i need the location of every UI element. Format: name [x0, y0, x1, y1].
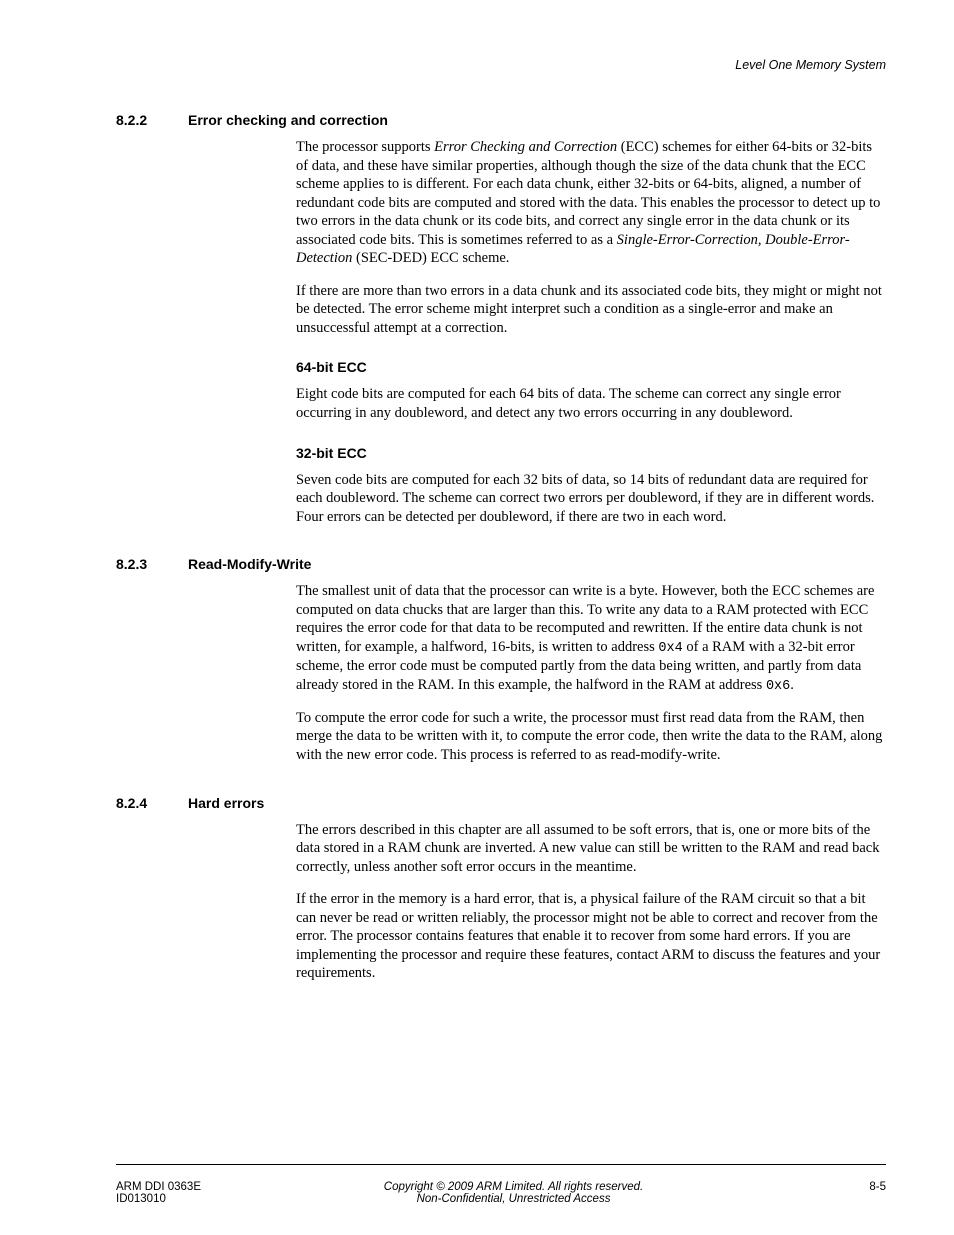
section-title: Error checking and correction	[188, 112, 388, 128]
text: .	[790, 677, 794, 693]
footer-center: Copyright © 2009 ARM Limited. All rights…	[201, 1181, 826, 1205]
text: (SEC-DED) ECC scheme.	[352, 250, 509, 266]
paragraph: The processor supports Error Checking an…	[296, 138, 886, 268]
paragraph: Seven code bits are computed for each 32…	[296, 471, 886, 527]
paragraph: Eight code bits are computed for each 64…	[296, 385, 886, 422]
code-literal: 0x4	[658, 641, 682, 656]
page-number: 8-5	[826, 1181, 886, 1193]
section-number: 8.2.2	[116, 112, 188, 128]
subheading-64bit: 64-bit ECC	[296, 359, 886, 375]
page: Level One Memory System 8.2.2 Error chec…	[0, 0, 954, 1235]
paragraph: The errors described in this chapter are…	[296, 821, 886, 877]
section-8-2-3: 8.2.3 Read-Modify-Write The smallest uni…	[116, 556, 886, 764]
footer: ARM DDI 0363E ID013010 Copyright © 2009 …	[116, 1181, 886, 1205]
section-title: Hard errors	[188, 795, 264, 811]
section-heading-row: 8.2.4 Hard errors	[116, 795, 886, 811]
doc-id: ARM DDI 0363E	[116, 1181, 201, 1193]
paragraph: The smallest unit of data that the proce…	[296, 582, 886, 695]
footer-right: 8-5	[826, 1181, 886, 1193]
section-body: The smallest unit of data that the proce…	[296, 582, 886, 764]
paragraph: If the error in the memory is a hard err…	[296, 890, 886, 983]
paragraph: If there are more than two errors in a d…	[296, 282, 886, 338]
confidentiality: Non-Confidential, Unrestricted Access	[201, 1193, 826, 1205]
code-literal: 0x6	[766, 679, 790, 694]
section-heading-row: 8.2.2 Error checking and correction	[116, 112, 886, 128]
section-number: 8.2.3	[116, 556, 188, 572]
section-number: 8.2.4	[116, 795, 188, 811]
section-body: The errors described in this chapter are…	[296, 821, 886, 983]
section-heading-row: 8.2.3 Read-Modify-Write	[116, 556, 886, 572]
footer-left: ARM DDI 0363E ID013010	[116, 1181, 201, 1205]
paragraph: To compute the error code for such a wri…	[296, 709, 886, 765]
running-head: Level One Memory System	[116, 58, 886, 72]
italic-term: Error Checking and Correction	[434, 139, 617, 155]
section-8-2-2: 8.2.2 Error checking and correction The …	[116, 112, 886, 526]
section-body: The processor supports Error Checking an…	[296, 138, 886, 526]
section-title: Read-Modify-Write	[188, 556, 311, 572]
subheading-32bit: 32-bit ECC	[296, 445, 886, 461]
doc-subid: ID013010	[116, 1193, 201, 1205]
footer-rule	[116, 1164, 886, 1165]
copyright: Copyright © 2009 ARM Limited. All rights…	[201, 1181, 826, 1193]
section-8-2-4: 8.2.4 Hard errors The errors described i…	[116, 795, 886, 983]
text: The processor supports	[296, 139, 434, 155]
